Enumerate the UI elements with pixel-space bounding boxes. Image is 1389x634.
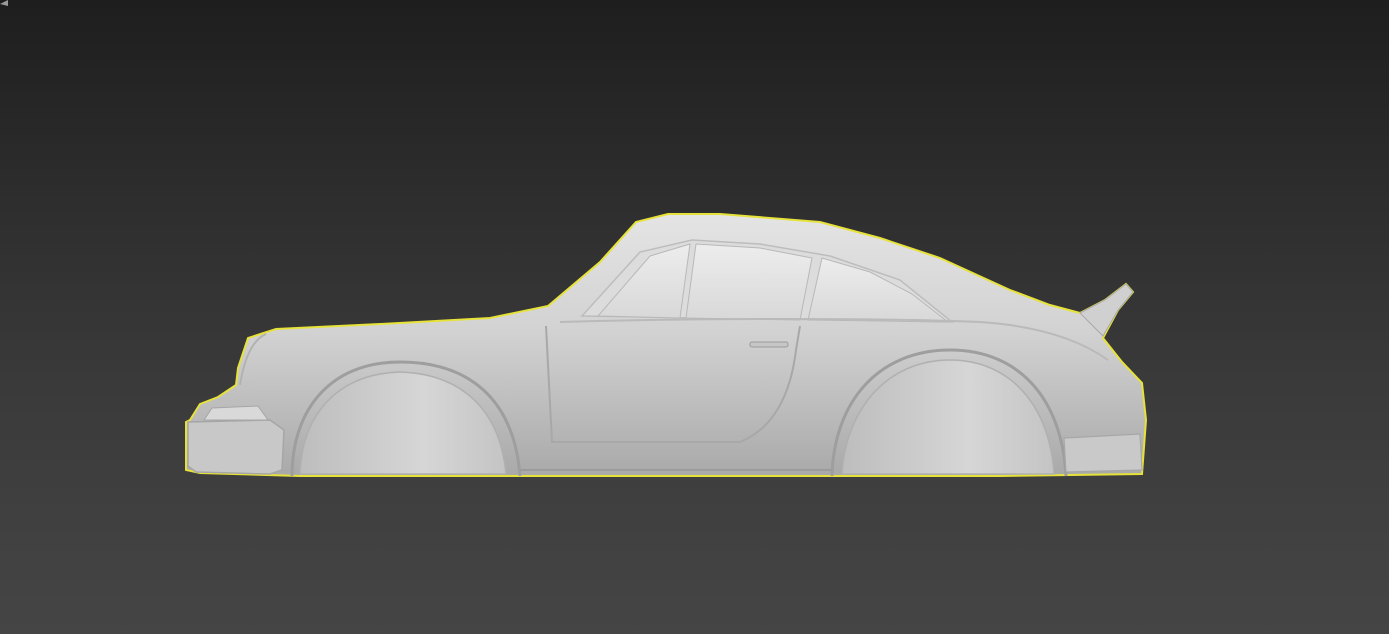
- 3d-viewport[interactable]: [0, 0, 1389, 634]
- door-handle: [749, 341, 789, 348]
- front-bumper-top: [203, 405, 269, 421]
- car-model[interactable]: [0, 0, 1389, 634]
- rear-bumper: [1063, 433, 1143, 473]
- viewport-corner-icon: [0, 0, 8, 6]
- door-window: [685, 243, 813, 321]
- front-bumper: [187, 419, 285, 475]
